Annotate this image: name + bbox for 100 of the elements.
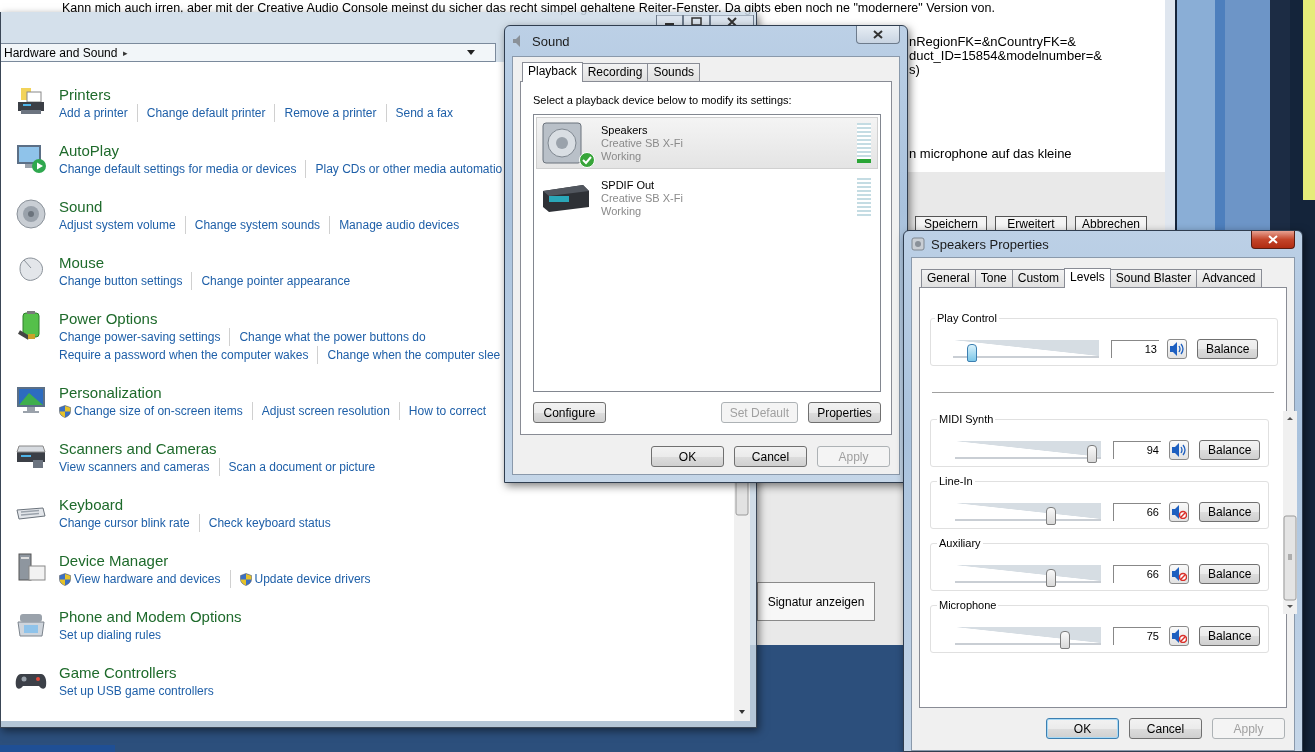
dialog-button[interactable]: OK [651,446,724,467]
scrollbar[interactable] [734,481,750,721]
mute-button[interactable] [1167,339,1187,359]
slider-thumb[interactable] [1046,507,1057,525]
task-link[interactable]: Add a printer [59,104,128,122]
task-link[interactable]: Send a fax [395,104,453,122]
balance-button[interactable]: Balance [1197,339,1259,359]
task-link[interactable]: Change cursor blink rate [59,514,190,532]
tab[interactable]: Custom [1011,269,1066,287]
task-link[interactable]: How to correct [408,402,487,420]
tab[interactable]: Sounds [647,63,701,81]
balance-button[interactable]: Balance [1199,502,1261,522]
task-link[interactable]: Set up USB game controllers [59,682,214,700]
speaker-icon [911,237,925,251]
instruction-text: Select a playback device below to modify its settings: [533,94,793,106]
channel-label: Play Control [935,312,999,325]
category-title[interactable]: Scanners and Cameras [59,440,217,458]
muted-speaker-icon [1171,567,1187,581]
balance-button[interactable]: Balance [1199,626,1261,646]
balance-button[interactable]: Balance [1199,440,1261,460]
category-title[interactable]: Printers [59,86,111,104]
category-title[interactable]: Device Manager [59,552,169,570]
value-field[interactable]: 13 [1111,340,1159,358]
task-link[interactable]: View scanners and cameras [59,458,210,476]
category-title[interactable]: Mouse [59,254,105,272]
tab[interactable]: Levels [1064,268,1111,288]
monitor-icon [15,384,47,416]
speaker-icon [1171,443,1187,457]
tab[interactable]: Recording [581,63,649,81]
task-link[interactable]: Set up dialing rules [59,626,162,644]
device-item[interactable]: Speakers Creative SB X-Fi Working [536,117,878,169]
slider-thumb[interactable] [966,344,977,362]
tab[interactable]: Sound Blaster [1109,269,1198,287]
task-link[interactable]: Change default settings for media or devices [59,160,297,178]
value-field[interactable]: 75 [1113,627,1161,645]
slider-thumb[interactable] [1087,445,1098,463]
task-link[interactable]: Change what the power buttons do [239,328,426,346]
task-link[interactable]: Change power-saving settings [59,328,221,346]
device-status: Working [601,149,643,163]
category-title[interactable]: Keyboard [59,496,124,514]
mute-button[interactable] [1169,626,1189,646]
device-item[interactable]: SPDIF Out Creative SB X-Fi Working [536,172,878,224]
channel-label: MIDI Synth [937,413,996,426]
mute-button[interactable] [1169,564,1189,584]
speaker-icon [541,121,585,165]
dialog-button[interactable]: Configure [533,402,606,423]
category-title[interactable]: Game Controllers [59,664,177,682]
breadcrumb-arrow[interactable]: ▸ [123,47,129,58]
task-link[interactable]: Remove a printer [284,104,377,122]
task-link[interactable]: Manage audio devices [339,216,460,234]
category-title[interactable]: Personalization [59,384,162,402]
dialog-button[interactable]: OK [1046,718,1119,739]
shield-icon [59,404,71,418]
address-bar[interactable]: Hardware and Sound ▸ [1,43,496,62]
category-title[interactable]: Sound [59,198,103,216]
task-link[interactable]: Change default printer [146,104,266,122]
task-link[interactable]: Change pointer appearance [201,272,351,290]
dropdown-arrow-icon[interactable] [467,50,475,55]
shield-icon [59,572,71,586]
close-icon [1268,235,1278,244]
task-link[interactable]: Change button settings [59,272,183,290]
category-title[interactable]: Power Options [59,310,158,328]
task-link[interactable]: Adjust system volume [59,216,176,234]
task-link[interactable]: View hardware and devices [74,570,221,588]
task-link[interactable]: Require a password when the computer wakes [59,346,309,364]
tab[interactable]: Tone [974,269,1013,287]
close-button[interactable] [856,26,900,44]
category-title[interactable]: Phone and Modem Options [59,608,242,626]
close-button[interactable] [1251,231,1295,249]
mute-button[interactable] [1169,502,1189,522]
value-field[interactable]: 66 [1113,503,1161,521]
breadcrumb[interactable]: Hardware and Sound [4,45,118,60]
device-name: Speakers [601,123,649,137]
value-field[interactable]: 66 [1113,565,1161,583]
task-link[interactable]: Scan a document or picture [228,458,376,476]
task-link[interactable]: Update device drivers [254,570,371,588]
tab[interactable]: Advanced [1196,269,1262,287]
value-field[interactable]: 94 [1113,441,1161,459]
tab[interactable]: Playback [522,62,583,82]
dialog-button[interactable]: Cancel [1129,718,1202,739]
dialog-button[interactable]: Cancel [734,446,807,467]
task-link[interactable]: Change when the computer slee [327,346,501,364]
task-link[interactable]: Check keyboard status [208,514,331,532]
level-meter [857,123,871,163]
mute-button[interactable] [1169,440,1189,460]
category-title[interactable]: AutoPlay [59,142,120,160]
monitor-play-icon [15,142,47,174]
tab[interactable]: General [921,269,976,287]
slider-thumb[interactable] [1059,631,1070,649]
task-link[interactable]: Change system sounds [194,216,321,234]
signature-button[interactable]: Signatur anzeigen [757,582,875,621]
channel-label: Microphone [937,599,999,612]
channel-label: Line-In [937,475,975,488]
task-link[interactable]: Adjust screen resolution [261,402,390,420]
dialog-button[interactable]: Properties [808,402,881,423]
task-link[interactable]: Play CDs or other media automatio [315,160,503,178]
slider-thumb[interactable] [1046,569,1057,587]
link-text: duct_ID=15854&modelnumber=& [909,49,1102,63]
balance-button[interactable]: Balance [1199,564,1261,584]
task-link[interactable]: Change size of on-screen items [74,402,243,420]
